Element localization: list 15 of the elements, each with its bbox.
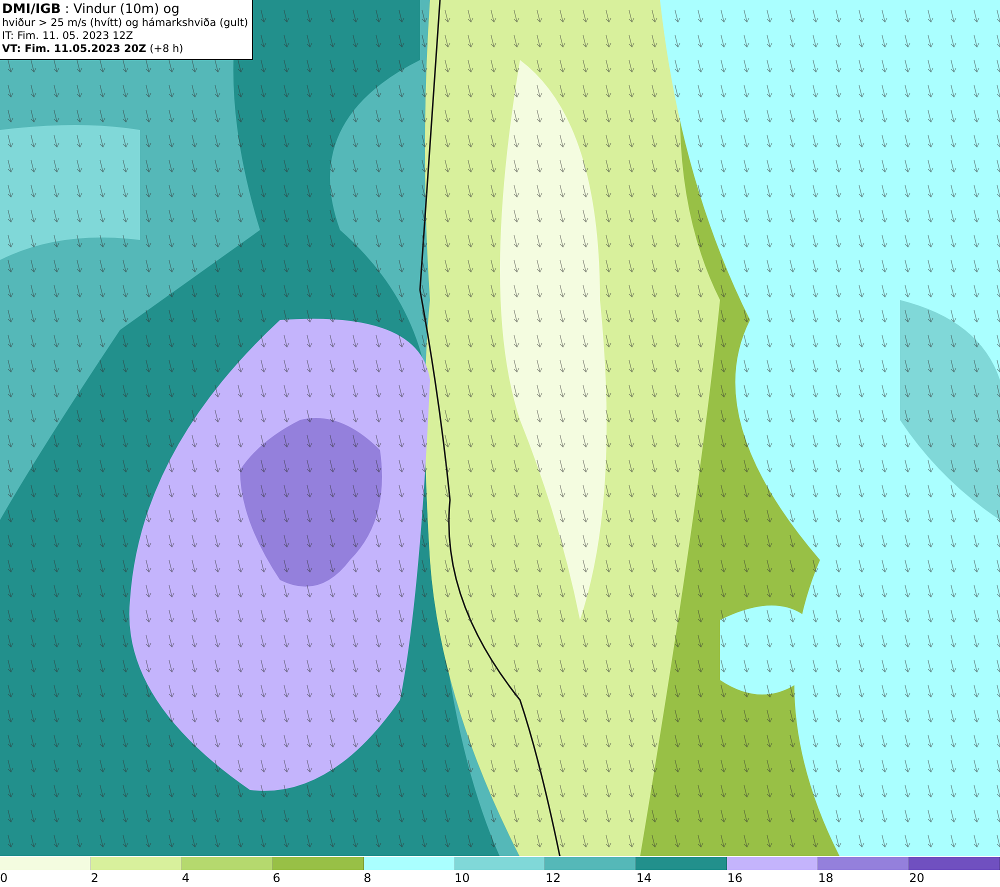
legend-tick-label: 0 [0,870,8,886]
legend-tick-label: 2 [90,870,99,886]
info-text: VT: Fim. 11.05.2023 20Z (+8 h) [2,43,184,56]
info-text: hviður > 25 m/s (hvítt) og hámarkshviða (gult) [2,17,248,30]
legend-tick-label: 8 [364,870,372,886]
info-text: DMI/IGB : Vindur (10m) og [2,2,180,17]
info-text: IT: Fim. 11. 05. 2023 12Z [2,30,134,43]
legend-tick-label: 20 [909,870,924,886]
legend-tick-label: 12 [545,870,561,886]
legend-tick-label: 16 [727,870,743,886]
legend-tick-label: 4 [182,870,190,886]
legend-tick-label: 10 [454,870,470,886]
legend-tick-label: 18 [818,870,834,886]
legend-tick-label: 14 [636,870,652,886]
legend-tick-label: 6 [272,870,280,886]
